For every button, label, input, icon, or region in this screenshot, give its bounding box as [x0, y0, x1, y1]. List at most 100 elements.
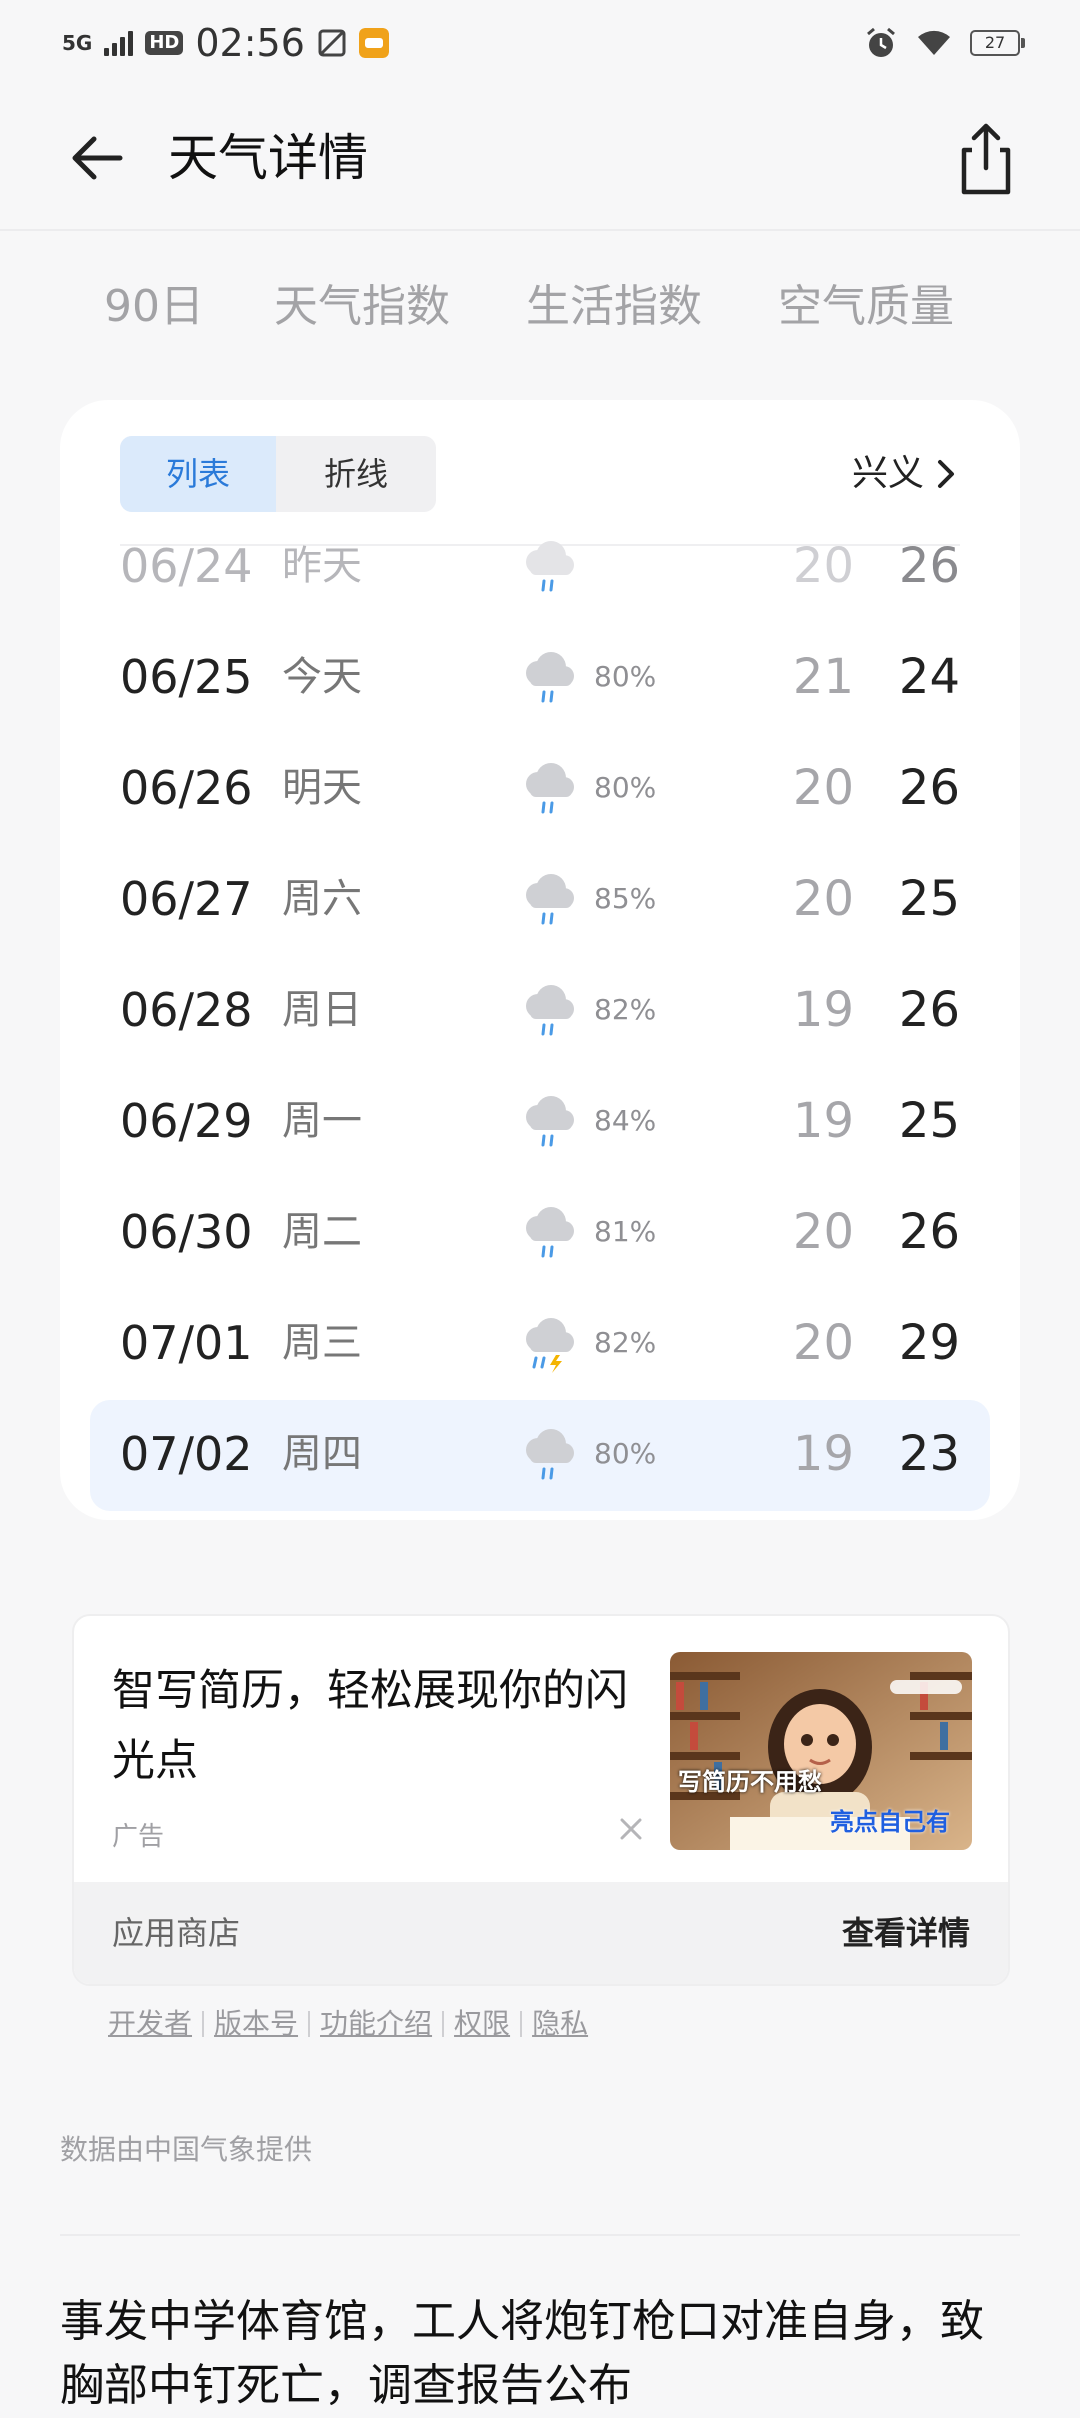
signal-bars-icon	[104, 30, 134, 56]
forecast-row[interactable]: 06/24 昨天 20 26	[60, 512, 1020, 623]
battery-icon: 27	[970, 30, 1025, 56]
share-icon[interactable]	[944, 116, 1028, 200]
high-temp: 29	[898, 1315, 960, 1371]
high-temp: 25	[898, 1093, 960, 1149]
ad-links: 开发者 版本号 功能介绍 权限 隐私	[108, 2004, 588, 2044]
forecast-day: 周日	[282, 987, 362, 1033]
forecast-date: 06/30	[120, 1205, 253, 1259]
permissions-link[interactable]: 权限	[454, 2004, 510, 2044]
news-headline[interactable]: 事发中学体育馆，工人将炮钉枪口对准自身，致胸部中钉死亡，调查报告公布	[60, 2290, 1020, 2418]
forecast-day: 周六	[282, 876, 362, 922]
precip-probability: 82%	[594, 1326, 657, 1359]
rain-cloud-icon	[526, 763, 574, 814]
thunder-rain-cloud-icon	[526, 1318, 574, 1373]
low-temp: 20	[792, 1315, 854, 1371]
forecast-day: 周二	[282, 1209, 362, 1255]
location-name: 兴义	[851, 453, 924, 494]
list-view-button[interactable]: 列表	[120, 436, 276, 512]
ad-title[interactable]: 智写简历，轻松展现你的闪光点	[112, 1656, 652, 1796]
forecast-date: 06/29	[120, 1094, 253, 1148]
tab-bar: 90日 天气指数 生活指数 空气质量	[0, 231, 1080, 361]
ad-image[interactable]: 写简历不用愁 亮点自己有	[670, 1652, 972, 1850]
ad-source: 应用商店	[112, 1914, 241, 1952]
high-temp: 26	[898, 1204, 960, 1260]
tab-air-quality[interactable]: 空气质量	[778, 279, 954, 335]
rain-cloud-icon	[526, 1207, 574, 1258]
forecast-date: 06/28	[120, 983, 253, 1037]
precip-probability: 85%	[594, 882, 657, 915]
forecast-day: 周一	[282, 1098, 362, 1144]
forecast-card: 列表 折线 兴义 06/24 昨天 20 26 06/25 今天 80% 21 24 06/26 明…	[60, 400, 1020, 1520]
forecast-row[interactable]: 06/28 周日 82% 19 26	[60, 956, 1020, 1067]
rain-cloud-icon	[526, 874, 574, 925]
low-temp: 20	[792, 760, 854, 816]
rain-cloud-icon	[526, 652, 574, 703]
precip-probability: 81%	[594, 1215, 657, 1248]
screenshot-app-icon	[318, 29, 346, 57]
forecast-row[interactable]: 06/25 今天 80% 21 24	[60, 623, 1020, 734]
signal-type: 5G	[62, 31, 93, 55]
notification-app-icon	[358, 28, 389, 58]
line-view-button[interactable]: 折线	[276, 436, 436, 512]
forecast-date: 06/25	[120, 650, 253, 704]
section-divider	[60, 2234, 1020, 2236]
forecast-row[interactable]: 07/01 周三 82% 20 29	[60, 1289, 1020, 1400]
tab-fade	[970, 231, 1080, 361]
data-source-note: 数据由中国气象提供	[60, 2133, 313, 2166]
low-temp: 20	[792, 871, 854, 927]
link-separator	[202, 2011, 205, 2037]
forecast-row[interactable]: 06/26 明天 80% 20 26	[60, 734, 1020, 845]
ad-footer: 应用商店 查看详情	[74, 1882, 1008, 1984]
forecast-row[interactable]: 06/29 周一 84% 19 25	[60, 1067, 1020, 1178]
forecast-date: 07/02	[120, 1427, 253, 1481]
forecast-day: 明天	[282, 765, 362, 811]
forecast-date: 06/26	[120, 761, 253, 815]
version-link[interactable]: 版本号	[214, 2004, 298, 2044]
link-separator	[442, 2011, 445, 2037]
low-temp: 20	[792, 538, 854, 594]
high-temp: 26	[898, 982, 960, 1038]
close-icon[interactable]	[614, 1812, 648, 1846]
ad-image-text: 写简历不用愁	[678, 1768, 822, 1796]
low-temp: 20	[792, 1204, 854, 1260]
features-link[interactable]: 功能介绍	[320, 2004, 432, 2044]
forecast-row[interactable]: 06/30 周二 81% 20 26	[60, 1178, 1020, 1289]
rain-cloud-icon	[526, 1429, 574, 1480]
tab-90-day[interactable]: 90日	[104, 279, 204, 335]
back-arrow-icon[interactable]	[62, 122, 134, 194]
alarm-icon	[867, 27, 895, 57]
forecast-day: 昨天	[282, 543, 362, 589]
precip-probability: 80%	[594, 660, 657, 693]
high-temp: 26	[898, 538, 960, 594]
page-title: 天气详情	[168, 129, 368, 187]
precip-probability: 84%	[594, 1104, 657, 1137]
status-bar: 5G HD 02:56 27	[0, 0, 1080, 86]
high-temp: 23	[898, 1426, 960, 1482]
high-temp: 24	[898, 649, 960, 705]
low-temp: 19	[792, 982, 854, 1038]
location-selector[interactable]: 兴义	[852, 448, 960, 500]
view-details-button[interactable]: 查看详情	[842, 1882, 970, 1984]
forecast-day: 今天	[282, 654, 362, 700]
precip-probability: 80%	[594, 771, 657, 804]
forecast-row[interactable]: 07/02 周四 80% 19 23	[90, 1400, 990, 1511]
tab-weather-index[interactable]: 天气指数	[274, 279, 450, 335]
wifi-icon	[918, 30, 950, 55]
forecast-row[interactable]: 06/27 周六 85% 20 25	[60, 845, 1020, 956]
precip-probability: 82%	[594, 993, 657, 1026]
ad-card[interactable]: 智写简历，轻松展现你的闪光点 广告 写简历不用愁 亮点自己有 应用商店 查看详情	[72, 1614, 1010, 1986]
view-toggle: 列表 折线	[120, 436, 436, 512]
low-temp: 19	[792, 1093, 854, 1149]
low-temp: 21	[792, 649, 854, 705]
rain-cloud-icon	[526, 985, 574, 1036]
high-temp: 25	[898, 871, 960, 927]
forecast-date: 06/27	[120, 872, 253, 926]
forecast-day: 周三	[282, 1320, 362, 1366]
privacy-link[interactable]: 隐私	[532, 2004, 588, 2044]
ad-image-text: 亮点自己有	[830, 1808, 950, 1836]
high-temp: 26	[898, 760, 960, 816]
tab-life-index[interactable]: 生活指数	[526, 279, 702, 335]
developer-link[interactable]: 开发者	[108, 2004, 192, 2044]
ad-tag: 广告	[112, 1822, 165, 1852]
app-header: 天气详情	[0, 86, 1080, 230]
